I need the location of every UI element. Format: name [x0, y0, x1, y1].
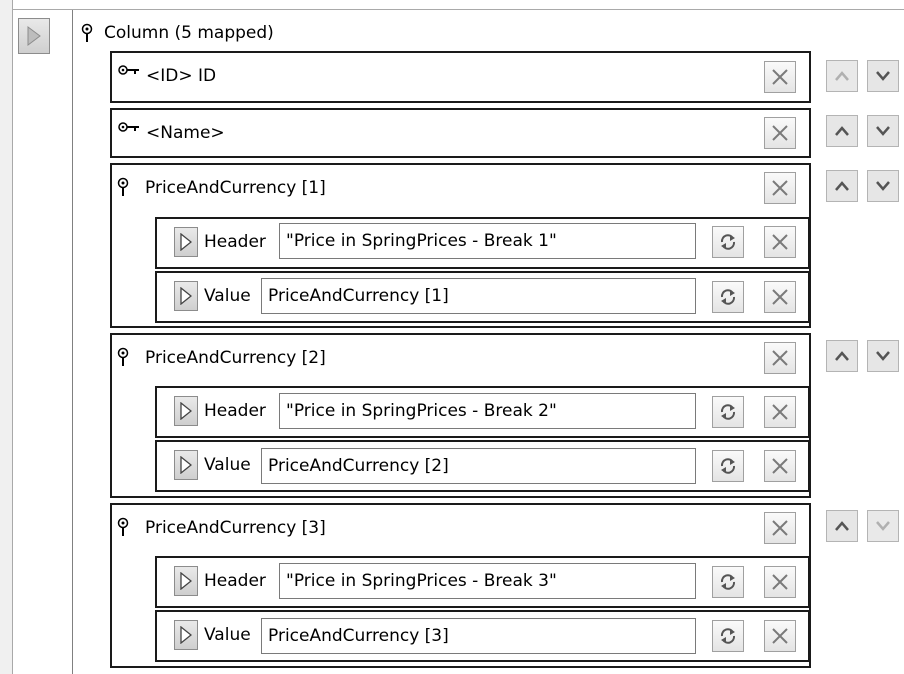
- group-title: PriceAndCurrency [3]: [145, 518, 326, 538]
- expand-value-button[interactable]: [174, 281, 198, 311]
- value-field[interactable]: PriceAndCurrency [3]: [261, 618, 696, 654]
- delete-button[interactable]: [764, 450, 796, 482]
- move-up-button[interactable]: [826, 60, 858, 92]
- chevron-down-icon: [876, 351, 890, 361]
- mapped-prefix: <Name>: [146, 123, 225, 143]
- header-label: Header: [204, 232, 266, 252]
- refresh-button[interactable]: [712, 566, 744, 598]
- delete-button[interactable]: [764, 281, 796, 313]
- triangle-right-icon: [180, 402, 192, 420]
- value-field[interactable]: PriceAndCurrency [2]: [261, 448, 696, 484]
- x-icon: [772, 520, 788, 536]
- x-icon: [772, 289, 788, 305]
- column-label: Column (5 mapped): [104, 23, 274, 43]
- pin-icon: [117, 517, 129, 536]
- header-label: Header: [204, 571, 266, 591]
- chevron-up-icon: [835, 181, 849, 191]
- expand-value-button[interactable]: [174, 620, 198, 650]
- chevron-up-icon: [835, 126, 849, 136]
- header-value-field[interactable]: "Price in SpringPrices - Break 2": [279, 393, 696, 429]
- value-field[interactable]: PriceAndCurrency [1]: [261, 278, 696, 314]
- refresh-icon: [720, 404, 736, 420]
- chevron-down-icon: [876, 71, 890, 81]
- expand-header-button[interactable]: [174, 566, 198, 596]
- x-icon: [772, 69, 788, 85]
- x-icon: [772, 350, 788, 366]
- mapped-name: ID: [198, 66, 217, 86]
- group-title: PriceAndCurrency [2]: [145, 348, 326, 368]
- value-label: Value: [204, 286, 251, 306]
- refresh-button[interactable]: [712, 450, 744, 482]
- expand-header-button[interactable]: [174, 227, 198, 257]
- mapped-prefix: <ID>: [146, 66, 193, 86]
- x-icon: [772, 628, 788, 644]
- triangle-right-icon: [180, 572, 192, 590]
- refresh-icon: [720, 574, 736, 590]
- delete-button[interactable]: [764, 61, 796, 93]
- refresh-icon: [720, 289, 736, 305]
- value-label: Value: [204, 455, 251, 475]
- key-icon: [118, 122, 139, 132]
- x-icon: [772, 125, 788, 141]
- delete-button[interactable]: [764, 342, 796, 374]
- delete-button[interactable]: [764, 512, 796, 544]
- key-icon: [118, 65, 139, 75]
- refresh-button[interactable]: [712, 226, 744, 258]
- move-up-button[interactable]: [826, 115, 858, 147]
- delete-button[interactable]: [764, 566, 796, 598]
- top-border: [13, 0, 904, 10]
- triangle-right-icon: [180, 287, 192, 305]
- header-value-field[interactable]: "Price in SpringPrices - Break 3": [279, 563, 696, 599]
- triangle-right-icon: [27, 26, 41, 46]
- refresh-button[interactable]: [712, 396, 744, 428]
- refresh-icon: [720, 234, 736, 250]
- x-icon: [772, 574, 788, 590]
- x-icon: [772, 458, 788, 474]
- move-up-button[interactable]: [826, 510, 858, 542]
- expand-column-button[interactable]: [18, 18, 50, 54]
- move-down-button[interactable]: [867, 510, 899, 542]
- move-down-button[interactable]: [867, 170, 899, 202]
- triangle-right-icon: [180, 233, 192, 251]
- chevron-down-icon: [876, 126, 890, 136]
- header-label: Header: [204, 401, 266, 421]
- move-down-button[interactable]: [867, 60, 899, 92]
- delete-button[interactable]: [764, 172, 796, 204]
- chevron-down-icon: [876, 521, 890, 531]
- triangle-right-icon: [180, 626, 192, 644]
- pin-icon: [117, 347, 129, 366]
- pin-icon: [81, 23, 93, 42]
- refresh-button[interactable]: [712, 620, 744, 652]
- group-title: PriceAndCurrency [1]: [145, 178, 326, 198]
- delete-button[interactable]: [764, 226, 796, 258]
- move-up-button[interactable]: [826, 170, 858, 202]
- expand-value-button[interactable]: [174, 450, 198, 480]
- move-down-button[interactable]: [867, 340, 899, 372]
- x-icon: [772, 234, 788, 250]
- delete-button[interactable]: [764, 620, 796, 652]
- refresh-button[interactable]: [712, 281, 744, 313]
- move-down-button[interactable]: [867, 115, 899, 147]
- refresh-icon: [720, 458, 736, 474]
- chevron-down-icon: [876, 181, 890, 191]
- x-icon: [772, 180, 788, 196]
- expand-header-button[interactable]: [174, 396, 198, 426]
- move-up-button[interactable]: [826, 340, 858, 372]
- value-label: Value: [204, 625, 251, 645]
- pin-icon: [117, 177, 129, 196]
- chevron-up-icon: [835, 351, 849, 361]
- chevron-up-icon: [835, 521, 849, 531]
- refresh-icon: [720, 628, 736, 644]
- chevron-up-icon: [835, 71, 849, 81]
- triangle-right-icon: [180, 456, 192, 474]
- x-icon: [772, 404, 788, 420]
- delete-button[interactable]: [764, 396, 796, 428]
- tree-gutter-line: [72, 10, 73, 674]
- left-panel-strip: [0, 0, 13, 674]
- header-value-field[interactable]: "Price in SpringPrices - Break 1": [279, 223, 696, 259]
- delete-button[interactable]: [764, 117, 796, 149]
